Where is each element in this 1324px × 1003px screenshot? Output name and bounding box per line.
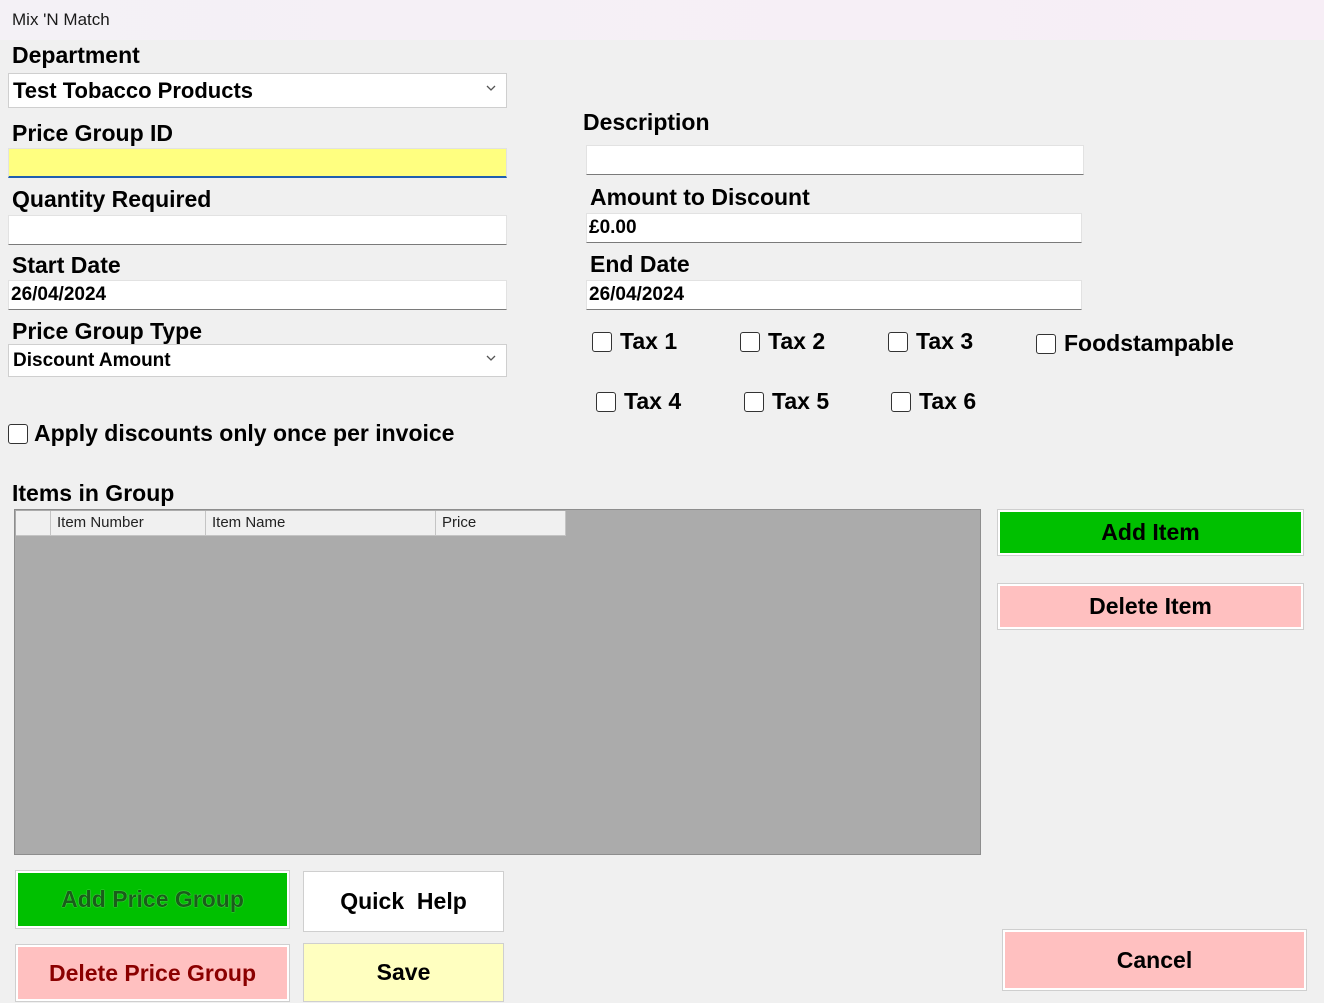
amount-to-discount-input[interactable]: £0.00: [586, 213, 1082, 243]
items-in-group-label: Items in Group: [12, 480, 175, 506]
tax2-label: Tax 2: [768, 328, 826, 354]
chevron-down-icon: [486, 85, 496, 91]
apply-once-label: Apply discounts only once per invoice: [34, 420, 455, 446]
checkbox-box: [596, 391, 616, 412]
delete-item-button[interactable]: Delete Item: [998, 584, 1303, 629]
add-price-group-button[interactable]: Add Price Group: [16, 871, 289, 928]
end-date-label: End Date: [590, 251, 690, 277]
description-label: Description: [583, 109, 710, 135]
department-select[interactable]: Test Tobacco Products: [8, 73, 507, 108]
checkbox-box: [592, 331, 612, 352]
tax3-checkbox[interactable]: Tax 3: [888, 328, 973, 355]
amount-to-discount-label: Amount to Discount: [590, 184, 810, 210]
price-group-type-label: Price Group Type: [12, 318, 203, 344]
items-grid-header: Item Number Item Name Price: [16, 511, 566, 536]
foodstampable-label: Foodstampable: [1064, 330, 1234, 356]
title-bar: Mix 'N Match: [0, 0, 1324, 40]
quick-help-button[interactable]: Quick Help: [303, 871, 504, 932]
price-group-type-value: Discount Amount: [13, 350, 171, 371]
window-title: Mix 'N Match: [12, 10, 110, 29]
description-input[interactable]: [586, 145, 1084, 175]
end-date-input[interactable]: 26/04/2024: [586, 280, 1082, 310]
tax5-label: Tax 5: [772, 388, 830, 414]
department-label: Department: [12, 42, 140, 68]
quantity-required-label: Quantity Required: [12, 186, 212, 212]
checkbox-box: [8, 423, 28, 444]
price-group-type-select[interactable]: Discount Amount: [8, 344, 507, 377]
foodstampable-checkbox[interactable]: Foodstampable: [1036, 330, 1234, 357]
row-header-corner: [16, 511, 51, 535]
tax5-checkbox[interactable]: Tax 5: [744, 388, 829, 415]
tax6-label: Tax 6: [919, 388, 977, 414]
checkbox-box: [1036, 333, 1056, 354]
cancel-button[interactable]: Cancel: [1003, 930, 1306, 990]
add-item-button[interactable]: Add Item: [998, 510, 1303, 555]
department-value: Test Tobacco Products: [13, 78, 254, 103]
tax2-checkbox[interactable]: Tax 2: [740, 328, 825, 355]
tax4-checkbox[interactable]: Tax 4: [596, 388, 681, 415]
column-header-item-name[interactable]: Item Name: [206, 511, 436, 535]
save-button[interactable]: Save: [303, 943, 504, 1002]
price-group-id-label: Price Group ID: [12, 120, 174, 146]
checkbox-box: [888, 331, 908, 352]
tax4-label: Tax 4: [624, 388, 682, 414]
apply-once-checkbox[interactable]: Apply discounts only once per invoice: [8, 420, 454, 447]
checkbox-box: [740, 331, 760, 352]
tax1-checkbox[interactable]: Tax 1: [592, 328, 677, 355]
start-date-label: Start Date: [12, 252, 121, 278]
tax3-label: Tax 3: [916, 328, 974, 354]
checkbox-box: [891, 391, 911, 412]
column-header-price[interactable]: Price: [436, 511, 566, 535]
start-date-input[interactable]: 26/04/2024: [8, 280, 507, 310]
tax1-label: Tax 1: [620, 328, 678, 354]
column-header-item-number[interactable]: Item Number: [51, 511, 206, 535]
chevron-down-icon: [486, 355, 496, 361]
tax6-checkbox[interactable]: Tax 6: [891, 388, 976, 415]
price-group-id-input[interactable]: [8, 148, 507, 178]
quantity-required-input[interactable]: [8, 215, 507, 245]
delete-price-group-button[interactable]: Delete Price Group: [16, 945, 289, 1001]
checkbox-box: [744, 391, 764, 412]
items-grid[interactable]: Item Number Item Name Price: [14, 509, 981, 855]
